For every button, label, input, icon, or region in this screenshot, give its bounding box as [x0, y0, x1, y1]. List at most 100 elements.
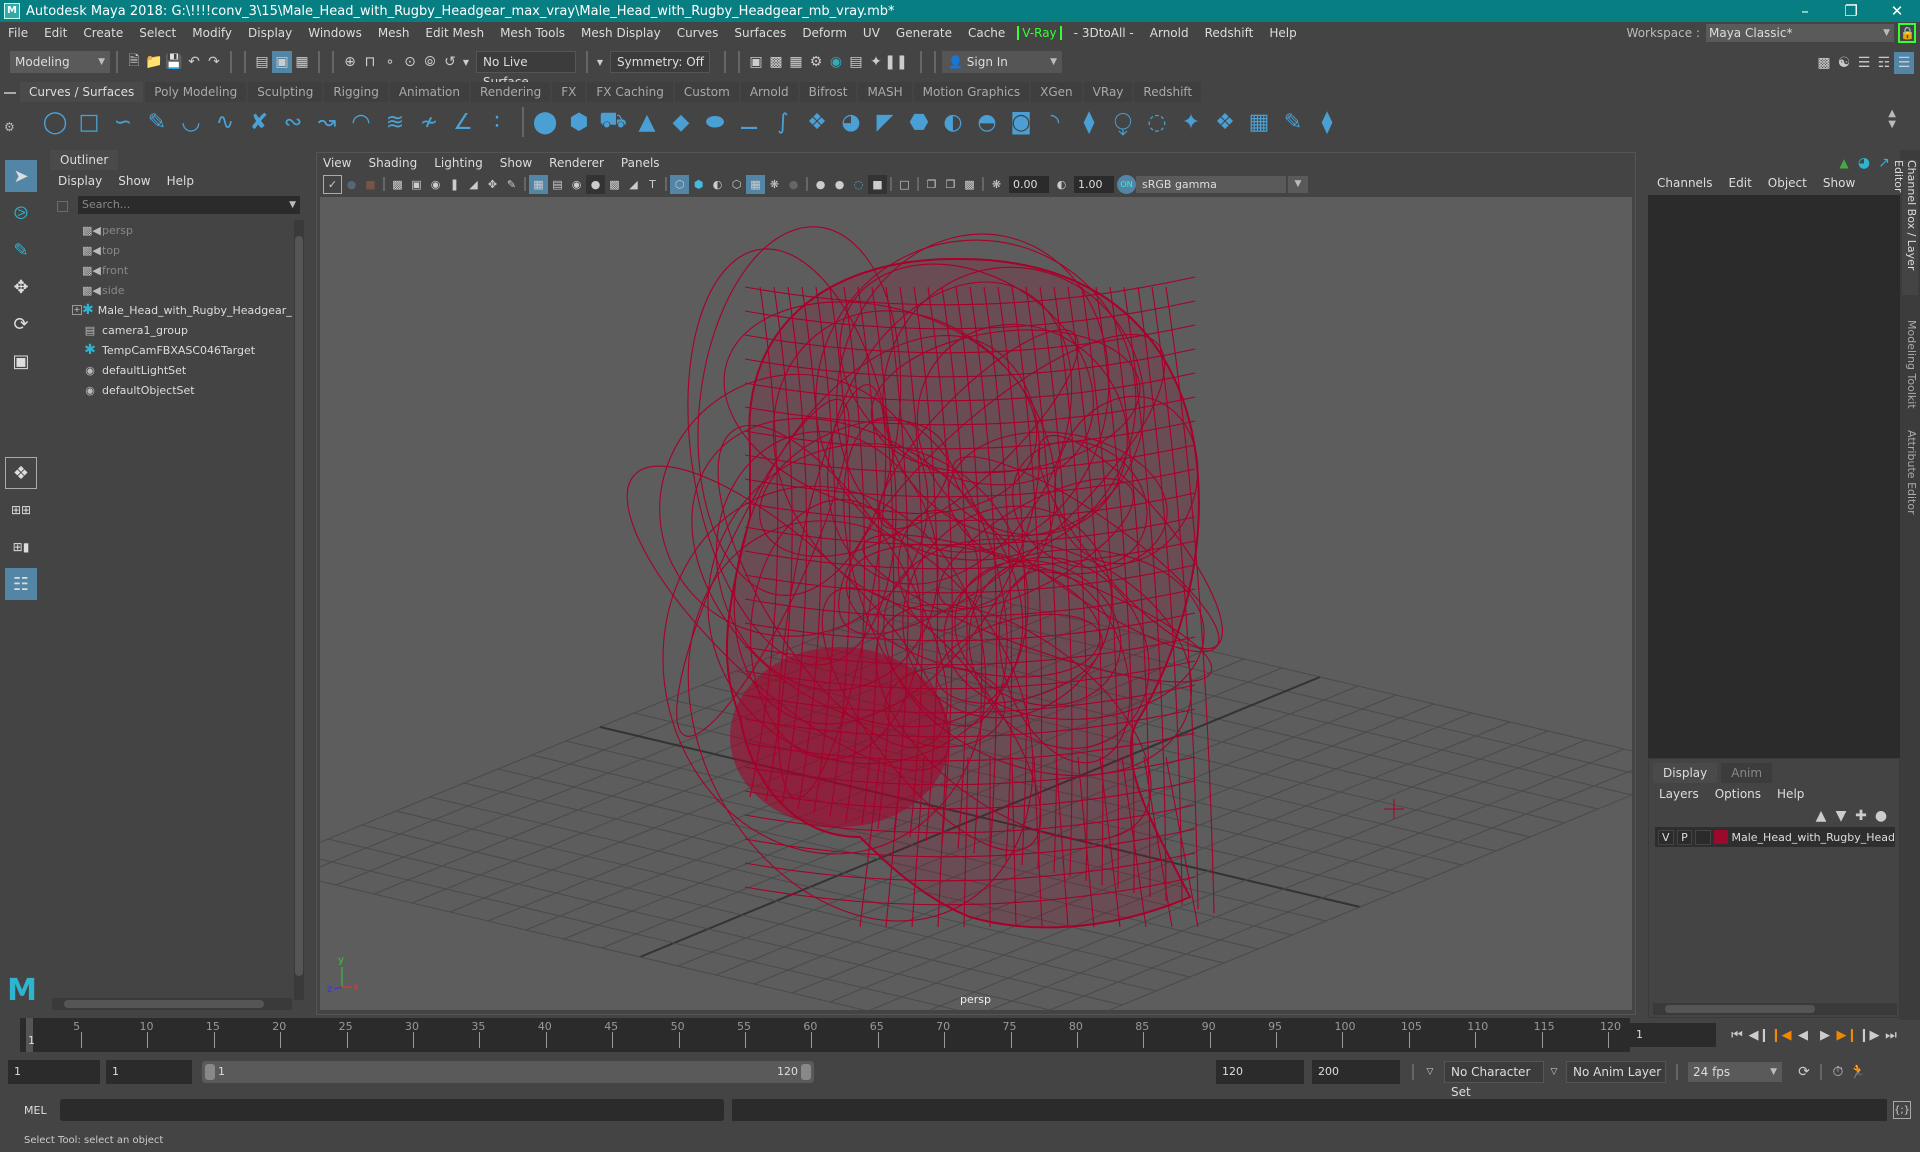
two-view-layout-icon[interactable]: ⊞▮ [5, 531, 37, 563]
layer-display-type-toggle[interactable] [1695, 829, 1711, 845]
surface-edit-icon[interactable]: ⧫ [1312, 107, 1342, 137]
nurbs-sphere-icon[interactable]: ⬤ [530, 107, 560, 137]
open-close-surfaces-icon[interactable]: ◌ [1142, 107, 1172, 137]
reverse-curve-icon[interactable]: ≁ [414, 107, 444, 137]
shelf-tab-sculpting[interactable]: Sculpting [248, 82, 323, 102]
extend-curve-icon[interactable]: ↝ [312, 107, 342, 137]
lasso-tool-icon[interactable]: ⧁ [5, 197, 37, 229]
play-forwards-icon[interactable]: ▶ [1814, 1024, 1836, 1046]
pencil-curve-icon[interactable]: ✎ [142, 107, 172, 137]
attach-surfaces-icon[interactable]: ⧫ [1074, 107, 1104, 137]
viewport-menu-view[interactable]: View [323, 156, 351, 170]
image-plane-2-icon[interactable]: ◢ [464, 175, 483, 194]
layer-tab-anim[interactable]: Anim [1721, 763, 1773, 783]
light-editor-icon[interactable]: ✦ [866, 51, 886, 73]
loft-icon[interactable]: ∫ [768, 107, 798, 137]
film-gate-icon[interactable]: ▤ [548, 175, 567, 194]
shelf-tab-vray[interactable]: VRay [1083, 82, 1133, 102]
character-set-arrow-icon[interactable]: ▽ [1420, 1061, 1440, 1083]
new-scene-icon[interactable]: 🗎 [124, 51, 144, 73]
grease-pencil-icon[interactable]: ✎ [502, 175, 521, 194]
scale-tool-icon[interactable]: ▣ [5, 345, 37, 377]
snap-live-icon[interactable]: ⦾ [420, 51, 440, 73]
command-language-label[interactable]: MEL [24, 1104, 60, 1117]
shelf-tab-redshift[interactable]: Redshift [1134, 82, 1202, 102]
menu-uv[interactable]: UV [855, 26, 888, 40]
screen-space-ao-icon[interactable]: ● [811, 175, 830, 194]
three-point-arc-icon[interactable]: ◡ [176, 107, 206, 137]
ipr-render-icon[interactable]: ▦ [786, 51, 806, 73]
render-current-icon[interactable]: ▩ [766, 51, 786, 73]
motion-blur-icon[interactable]: ● [830, 175, 849, 194]
select-camera-icon[interactable]: ▩ [388, 175, 407, 194]
gamma-icon[interactable]: ◐ [1052, 175, 1071, 194]
paint-select-tool-icon[interactable]: ✎ [5, 234, 37, 266]
tab-modeling-toolkit[interactable]: Modeling Toolkit [1902, 320, 1918, 410]
bookmark-icon[interactable]: ● [342, 175, 361, 194]
layer-visibility-toggle[interactable]: V [1658, 829, 1674, 845]
cut-curve-icon[interactable]: ✘ [244, 107, 274, 137]
detach-surfaces-icon[interactable]: ⧬ [1108, 107, 1138, 137]
undo-icon[interactable]: ↶ [184, 51, 204, 73]
anti-aliasing-icon[interactable]: ◌ [849, 175, 868, 194]
attach-curves-icon[interactable]: ∾ [278, 107, 308, 137]
intersect-icon[interactable]: ◓ [972, 107, 1002, 137]
menu-v-ray[interactable]: V-Ray [1017, 26, 1062, 40]
isolate-select-icon[interactable]: □ [895, 175, 914, 194]
grid-icon[interactable]: ▦ [529, 174, 548, 194]
outliner-item[interactable]: ▩◀ top [52, 240, 292, 260]
close-button[interactable]: ✕ [1874, 0, 1920, 22]
menu-windows[interactable]: Windows [300, 26, 370, 40]
step-forward-key-icon[interactable]: ❙▶ [1858, 1024, 1880, 1046]
ep-curve-icon[interactable]: ∿ [210, 107, 240, 137]
shelf-tab-curves-surfaces[interactable]: Curves / Surfaces [20, 82, 144, 102]
sync-graph-icon[interactable]: ↗ [1874, 152, 1894, 174]
play-backwards-icon[interactable]: ◀ [1792, 1024, 1814, 1046]
menu-file[interactable]: File [0, 26, 36, 40]
untrim-icon[interactable]: ◝ [1040, 107, 1070, 137]
workspace-dropdown[interactable]: Maya Classic* [1706, 24, 1894, 42]
rebuild-curve-icon[interactable]: ≋ [380, 107, 410, 137]
open-scene-icon[interactable]: 📁 [144, 51, 164, 73]
layer-row[interactable]: V P Male_Head_with_Rugby_Head [1655, 827, 1895, 847]
nurbs-cone-icon[interactable]: ▲ [632, 107, 662, 137]
gate-mask-icon[interactable]: ● [586, 174, 605, 194]
layer-editor-menu-layers[interactable]: Layers [1651, 787, 1707, 801]
snap-point-icon[interactable]: ∘ [380, 51, 400, 73]
command-input[interactable] [60, 1099, 724, 1121]
redo-icon[interactable]: ↷ [204, 51, 224, 73]
menu-mesh-tools[interactable]: Mesh Tools [492, 26, 573, 40]
menu-help[interactable]: Help [1261, 26, 1304, 40]
shelf-menu-icon[interactable] [4, 92, 16, 94]
wireframe-icon[interactable]: ⬡ [670, 174, 689, 194]
shelf-tab-arnold[interactable]: Arnold [740, 82, 798, 102]
nurbs-circle-icon[interactable]: ◯ [40, 107, 70, 137]
tab-attribute-editor[interactable]: Attribute Editor [1902, 430, 1918, 520]
outliner-item[interactable]: ▩◀ front [52, 260, 292, 280]
playback-start-field[interactable]: 1 [106, 1060, 192, 1084]
select-tool-icon[interactable]: ➤ [5, 160, 37, 192]
playback-end-field[interactable]: 120 [1216, 1060, 1304, 1084]
safe-action-icon[interactable]: ◢ [624, 175, 643, 194]
view-transform-dropdown[interactable]: sRGB gamma [1136, 175, 1286, 193]
viewport-menu-panels[interactable]: Panels [621, 156, 660, 170]
exposure-field[interactable]: 0.00 [1009, 175, 1049, 193]
two-d-pan-zoom-icon[interactable]: ✥ [483, 175, 502, 194]
select-component-icon[interactable]: ▦ [292, 51, 312, 73]
render-setup-icon[interactable]: ▤ [846, 51, 866, 73]
move-layer-up-icon[interactable]: ▲ [1811, 805, 1831, 827]
menu-select[interactable]: Select [131, 26, 184, 40]
outliner-item[interactable]: ▤ camera1_group [52, 320, 292, 340]
wireframe-on-shaded-icon[interactable]: ⬡ [727, 175, 746, 194]
outliner-layout-icon[interactable]: ☷ [5, 568, 37, 600]
revolve-icon[interactable]: ⚊ [734, 107, 764, 137]
depth-of-field-icon[interactable]: ■ [868, 174, 887, 194]
nurbs-torus-icon[interactable]: ⬬ [700, 107, 730, 137]
shelf-tab-bifrost[interactable]: Bifrost [799, 82, 857, 102]
shelf-tab-animation[interactable]: Animation [389, 82, 469, 102]
shadows-icon[interactable]: ● [784, 175, 803, 194]
character-set-dropdown[interactable]: No Character Set [1444, 1061, 1544, 1099]
menu-set-dropdown[interactable]: Modeling [10, 51, 110, 73]
step-back-frame-icon[interactable]: ❙◀ [1770, 1024, 1792, 1046]
snap-view-plane-icon[interactable]: ⊙ [400, 51, 420, 73]
